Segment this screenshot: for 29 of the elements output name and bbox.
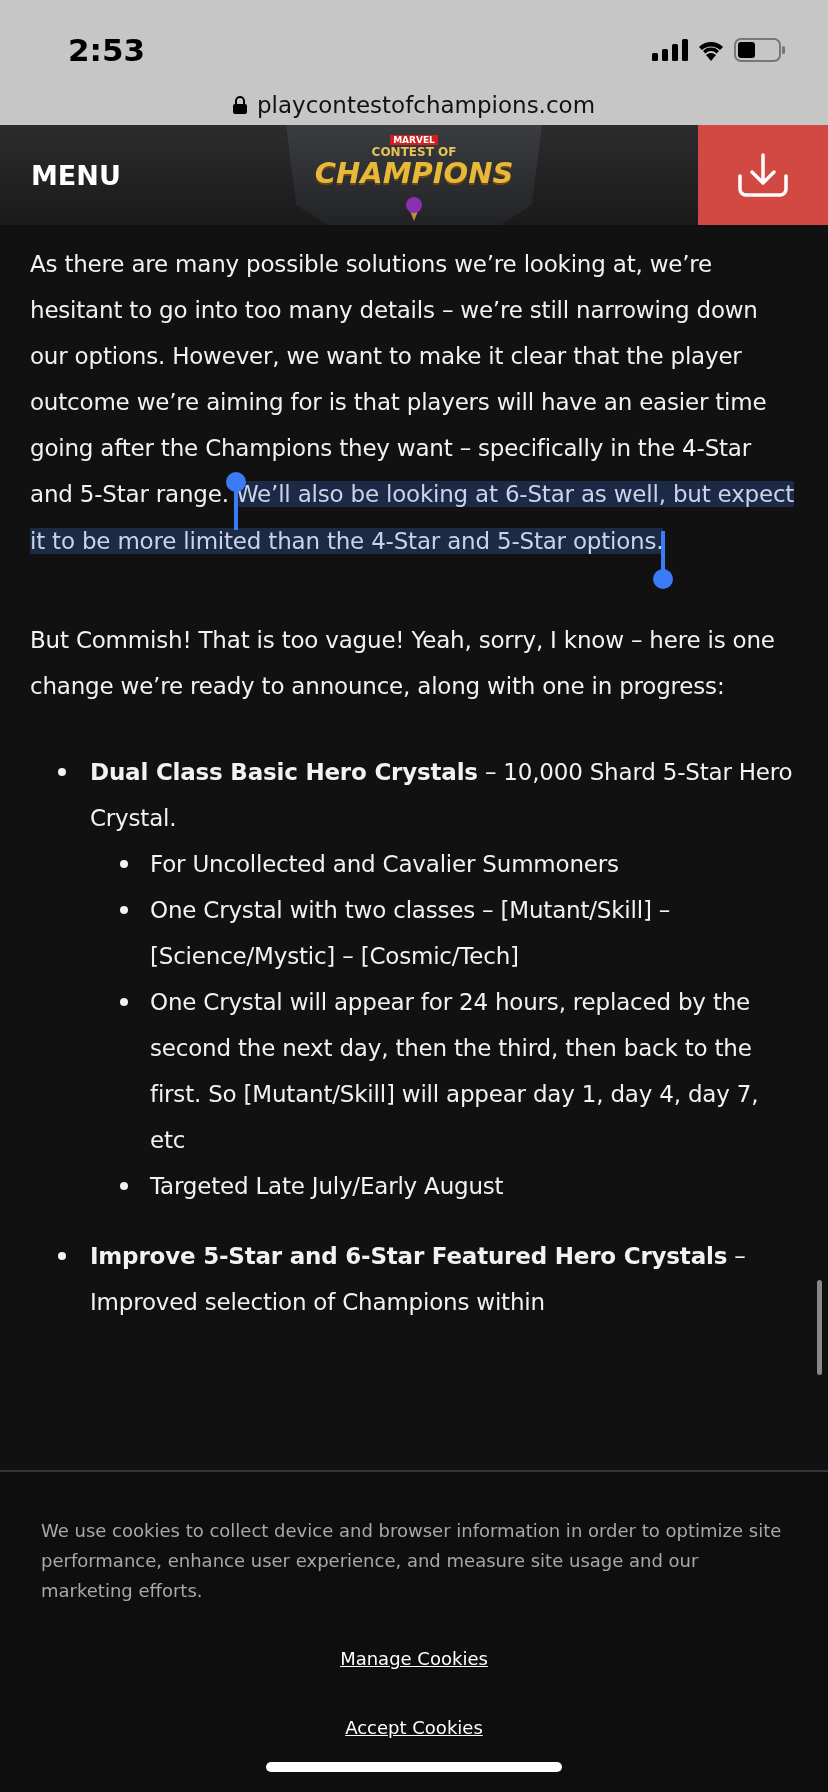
cookie-link[interactable]: Accept Cookies (345, 1717, 483, 1738)
logo-brand: MARVEL (390, 135, 438, 145)
list-item: For Uncollected and Cavalier Summoners (150, 850, 620, 879)
cookie-message: We use cookies to collect device and browser information in order to optimize site performance, enhance user experience, and measure site usage and our marketing efforts. (41, 1519, 783, 1603)
article-paragraph: As there are many possible solutions we’re looking at, we’re hesitant to go into too many details – we’re still narrowing down our options. However, we want to make it clear that the player outcome we’re aiming for is that players will have an easier time going after the Champions they want – specifically in the 4-Star and 5-Star range. We’ll also be looking at 6-Star as well, but expect it to be more limited than the 4-Star and 5-Star options. (30, 241, 798, 577)
bullet-icon (120, 860, 128, 868)
bullet-icon (58, 768, 66, 776)
battery-icon (734, 38, 786, 62)
status-time: 2:53 (68, 32, 146, 68)
logo-title: CHAMPIONS (314, 159, 514, 188)
article-paragraph: But Commish! That is too vague! Yeah, sorry, I know – here is one change we’re ready to announce, along with one in progress: (30, 626, 776, 701)
address-bar-url[interactable]: playcontestofchampions.com (256, 92, 596, 118)
list-item: Dual Class Basic Hero Crystals – 10,000 Shard 5-Star Hero Crystal. (90, 758, 794, 833)
gem-icon (406, 197, 422, 221)
list-item: Improve 5-Star and 6-Star Featured Hero Crystals – Improved selection of Champions within (90, 1242, 747, 1317)
bullet-icon (120, 1182, 128, 1190)
download-button[interactable] (698, 125, 828, 225)
bullet-icon (120, 998, 128, 1006)
bullet-icon (58, 1252, 66, 1260)
bullet-icon (120, 906, 128, 914)
list-item: One Crystal will appear for 24 hours, replaced by the second the next day, then the third, then back to the first. So [Mutant/Skill] will appear day 1, day 4, day 7, etc (150, 988, 760, 1155)
signal-icon (652, 39, 688, 61)
logo-subtitle: CONTEST OF (371, 145, 457, 159)
list-item: One Crystal with two classes – [Mutant/Skill] – [Science/Mystic] – [Cosmic/Tech] (150, 896, 672, 971)
list-item: Targeted Late July/Early August (150, 1172, 505, 1201)
cookie-link[interactable]: Manage Cookies (340, 1648, 488, 1669)
menu-button[interactable]: MENU (0, 159, 121, 191)
download-icon (737, 152, 789, 198)
lock-icon (232, 96, 247, 114)
